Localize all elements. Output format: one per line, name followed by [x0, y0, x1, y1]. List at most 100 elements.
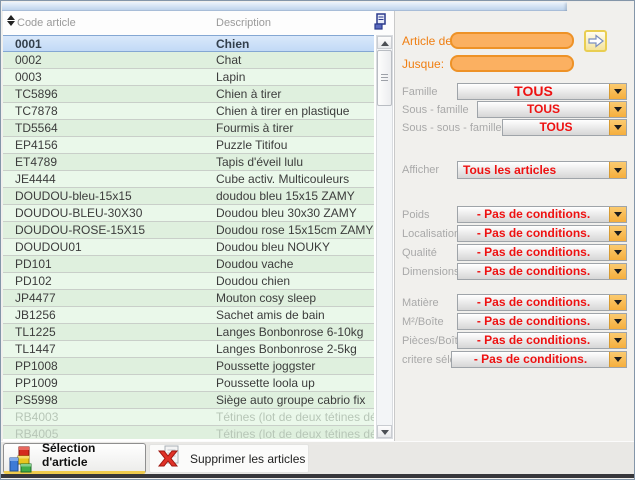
chevron-down-icon[interactable]: [609, 295, 626, 310]
article-to-input[interactable]: [450, 55, 574, 72]
scrollbar-grip: [381, 74, 388, 82]
cell-article-description: Tétines (lot de deux tétines débit: [214, 426, 374, 439]
column-header-code[interactable]: Code article: [17, 17, 76, 29]
filter-label: Sous - sous - famille: [402, 122, 502, 134]
cell-article-description: Lapin: [214, 69, 374, 85]
article-to-label: Jusque:: [402, 57, 444, 71]
cell-article-description: Chien à tirer en plastique: [214, 103, 374, 119]
article-selection-button[interactable]: Sélection d'article: [3, 443, 146, 474]
table-row[interactable]: RB4005 Tétines (lot de deux tétines débi…: [3, 426, 374, 439]
scroll-up-button[interactable]: [377, 36, 392, 49]
condition-filters-group-1: Poids - Pas de conditions. Localisation …: [395, 206, 635, 282]
table-row[interactable]: DOUDOU-bleu-15x15 doudou bleu 15x15 ZAMY: [3, 188, 374, 205]
table-row[interactable]: 0001 Chien: [3, 35, 374, 52]
cell-article-description: Puzzle Titifou: [214, 137, 374, 153]
sort-icon[interactable]: [6, 15, 15, 28]
cell-article-code: 0002: [3, 52, 214, 68]
table-row[interactable]: PD101 Doudou vache: [3, 256, 374, 273]
family-dropdown[interactable]: TOUS: [457, 83, 627, 100]
dropdown-value: TOUS: [478, 102, 626, 117]
scroll-down-button[interactable]: [377, 425, 392, 438]
condition-dropdown[interactable]: - Pas de conditions.: [451, 351, 627, 368]
table-row[interactable]: 0003 Lapin: [3, 69, 374, 86]
cell-article-code: PS5998: [3, 392, 214, 408]
table-row[interactable]: 0002 Chat: [3, 52, 374, 69]
table-row[interactable]: PS5998 Siège auto groupe cabrio fix: [3, 392, 374, 409]
chevron-down-icon[interactable]: [609, 162, 626, 178]
chevron-down-icon[interactable]: [609, 226, 626, 241]
table-row[interactable]: EP4156 Puzzle Titifou: [3, 137, 374, 154]
table-row[interactable]: JP4477 Mouton cosy sleep: [3, 290, 374, 307]
table-row[interactable]: PD102 Doudou chien: [3, 273, 374, 290]
table-row[interactable]: TL1225 Langes Bonbonrose 6-10kg: [3, 324, 374, 341]
table-row[interactable]: DOUDOU-BLEU-30X30 Doudou bleu 30x30 ZAMY: [3, 205, 374, 222]
table-row[interactable]: TC7878 Chien à tirer en plastique: [3, 103, 374, 120]
condition-dropdown[interactable]: - Pas de conditions.: [457, 332, 627, 349]
condition-filter-row: Dimensions - Pas de conditions.: [395, 263, 635, 282]
display-filter-row: Afficher Tous les articles: [395, 161, 635, 179]
table-row[interactable]: TL1447 Langes Bonbonrose 2-5kg: [3, 341, 374, 358]
titlebar[interactable]: [2, 2, 633, 11]
dropdown-value: TOUS: [503, 120, 626, 135]
apply-range-button[interactable]: [584, 30, 607, 52]
bottom-divider: [1, 474, 635, 478]
article-from-input[interactable]: [450, 32, 574, 49]
chevron-down-icon[interactable]: [609, 245, 626, 260]
family-dropdown[interactable]: TOUS: [477, 101, 627, 118]
chevron-down-icon[interactable]: [609, 207, 626, 222]
cell-article-code: JE4444: [3, 171, 214, 187]
filter-label: Sous - famille: [402, 104, 469, 116]
table-row[interactable]: TD5564 Fourmis à tirer: [3, 120, 374, 137]
table-row[interactable]: PP1009 Poussette loola up: [3, 375, 374, 392]
column-header-description[interactable]: Description: [216, 17, 271, 29]
table-scrollbar[interactable]: [376, 35, 393, 439]
condition-filter-row: M²/Boîte - Pas de conditions.: [395, 313, 635, 332]
table-row[interactable]: JB1256 Sachet amis de bain: [3, 307, 374, 324]
chevron-down-icon[interactable]: [609, 102, 626, 117]
filter-label: Matière: [402, 297, 439, 309]
condition-dropdown[interactable]: - Pas de conditions.: [457, 294, 627, 311]
condition-dropdown[interactable]: - Pas de conditions.: [457, 225, 627, 242]
table-row[interactable]: ET4789 Tapis d'éveil lulu: [3, 154, 374, 171]
cell-article-code: RB4005: [3, 426, 214, 439]
cell-article-code: DOUDOU-bleu-15x15: [3, 188, 214, 204]
cell-article-code: TL1225: [3, 324, 214, 340]
cell-article-description: Cube activ. Multicouleurs: [214, 171, 374, 187]
dropdown-value: - Pas de conditions.: [458, 264, 626, 279]
scrollbar-thumb[interactable]: [377, 50, 392, 106]
chevron-down-icon[interactable]: [609, 84, 626, 99]
cell-article-description: Poussette joggster: [214, 358, 374, 374]
family-filter-row: Sous - famille TOUS: [395, 101, 635, 119]
table-row[interactable]: RB4003 Tétines (lot de deux tétines débi…: [3, 409, 374, 426]
article-table: Code article Description 0001 Chien: [3, 11, 394, 441]
cell-article-code: PP1008: [3, 358, 214, 374]
chevron-down-icon[interactable]: [609, 352, 626, 367]
article-selection-window: ✕ Code article Description 0001 Chien: [0, 0, 635, 480]
table-row[interactable]: JE4444 Cube activ. Multicouleurs: [3, 171, 374, 188]
condition-dropdown[interactable]: - Pas de conditions.: [457, 206, 627, 223]
table-row[interactable]: DOUDOU01 Doudou bleu NOUKY: [3, 239, 374, 256]
table-row[interactable]: TC5896 Chien à tirer: [3, 86, 374, 103]
chevron-down-icon[interactable]: [609, 314, 626, 329]
cell-article-code: TC5896: [3, 86, 214, 102]
cell-article-description: Chien: [214, 36, 374, 51]
table-row[interactable]: PP1008 Poussette joggster: [3, 358, 374, 375]
chevron-down-icon[interactable]: [609, 120, 626, 135]
family-dropdown[interactable]: TOUS: [502, 119, 627, 136]
article-table-body: 0001 Chien 0002 Chat 0003 Lapin TC5896 C…: [3, 35, 374, 439]
condition-dropdown[interactable]: - Pas de conditions.: [457, 263, 627, 280]
condition-dropdown[interactable]: - Pas de conditions.: [457, 244, 627, 261]
chevron-down-icon[interactable]: [609, 264, 626, 279]
chevron-down-icon[interactable]: [609, 333, 626, 348]
display-dropdown[interactable]: Tous les articles: [457, 161, 627, 179]
dropdown-value: - Pas de conditions.: [458, 207, 626, 222]
table-row[interactable]: DOUDOU-ROSE-15X15 Doudou rose 15x15cm ZA…: [3, 222, 374, 239]
field-chooser-icon[interactable]: [374, 13, 387, 34]
delete-articles-button[interactable]: Supprimer les articles: [149, 444, 309, 473]
dropdown-value: - Pas de conditions.: [452, 352, 626, 367]
cell-article-description: Doudou bleu 30x30 ZAMY: [214, 205, 374, 221]
cell-article-description: Doudou vache: [214, 256, 374, 272]
cell-article-code: DOUDOU01: [3, 239, 214, 255]
condition-dropdown[interactable]: - Pas de conditions.: [457, 313, 627, 330]
cubes-icon: [9, 446, 37, 476]
